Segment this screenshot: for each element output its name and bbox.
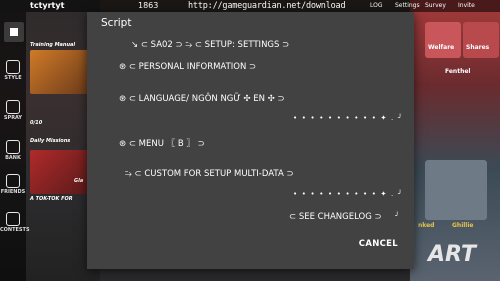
shares-tile[interactable] [463, 22, 499, 58]
sidebar-item-label: FRIENDS [0, 189, 26, 195]
sidebar-item-label: BANK [5, 155, 21, 161]
spray-icon [6, 100, 20, 114]
floating-app-icon[interactable] [4, 22, 24, 42]
start-label[interactable]: ART [428, 242, 476, 267]
training-card[interactable] [30, 50, 90, 94]
sidebar-item-style[interactable]: STYLE [0, 60, 26, 81]
missions-card[interactable] [30, 150, 90, 194]
sidebar-item-label: CONTESTS [0, 227, 30, 233]
decorative-corner: ╯ [395, 212, 401, 220]
top-status-bar: tctyrtyt 1863 http://gameguardian.net/do… [0, 0, 500, 12]
training-manual-label: Training Manual [30, 42, 76, 48]
decorative-dots: • • • • • • • • • • ✦ . ╯ [293, 190, 404, 198]
sidebar-item-friends[interactable]: FRIENDS [0, 174, 26, 195]
left-sidebar: STYLE SPRAY BANK FRIENDS CONTESTS [0, 12, 30, 281]
friends-icon [6, 174, 20, 188]
welfare-tile[interactable] [425, 22, 461, 58]
sidebar-item-bank[interactable]: BANK [0, 140, 26, 161]
menu-item-personal-information[interactable]: ⊛ ⊂ PERSONAL INFORMATION ⊃ [119, 62, 256, 72]
contests-icon [6, 212, 20, 226]
menu-item-see-changelog[interactable]: ⊂ SEE CHANGELOG ⊃ [289, 212, 382, 222]
top-menu-settings[interactable]: Settings [395, 0, 420, 12]
sidebar-item-contests[interactable]: CONTESTS [0, 212, 30, 233]
top-menu-log[interactable]: LOG [370, 0, 383, 12]
fenthel-label: Fenthel [445, 68, 471, 75]
ghillie-label: Ghillie [452, 222, 474, 229]
bank-icon [6, 140, 20, 154]
linked-label: nked [418, 222, 435, 229]
url-text: http://gameguardian.net/download [188, 1, 346, 11]
daily-missions-label: Daily Missions [30, 138, 71, 144]
dialog-title: Script [101, 17, 132, 29]
menu-item-menu[interactable]: ⊛ ⊂ MENU 〖 B 〗 ⊃ [119, 137, 205, 149]
sidebar-item-spray[interactable]: SPRAY [0, 100, 26, 121]
decorative-dots: • • • • • • • • • • ✦ . ╯ [293, 114, 404, 122]
menu-item-custom-multi-data[interactable]: ⥲ ⊂ CUSTOM FOR SETUP MULTI-DATA ⊃ [125, 169, 294, 179]
sidebar-item-label: STYLE [4, 75, 22, 81]
top-menu-survey[interactable]: Survey [425, 0, 446, 12]
cancel-button[interactable]: CANCEL [359, 239, 398, 249]
crate-item[interactable] [425, 160, 487, 220]
script-dialog: Script ↘ ⊂ SA02 ⊃ ⥲ ⊂ SETUP: SETTINGS ⊃ … [87, 12, 414, 269]
shares-label: Shares [466, 44, 490, 51]
tok-tok-label: A TOK-TOK FOR [30, 196, 73, 202]
style-icon [6, 60, 20, 74]
glass-label: Gla [74, 178, 84, 184]
progress-label: 0/10 [30, 120, 43, 126]
menu-item-language[interactable]: ⊛ ⊂ LANGUAGE/ NGÔN NGỮ ✣ EN ✣ ⊃ [119, 94, 285, 104]
welfare-label: Welfare [428, 44, 455, 51]
player-name: tctyrtyt [30, 1, 65, 10]
menu-item-setup-settings[interactable]: ↘ ⊂ SA02 ⊃ ⥲ ⊂ SETUP: SETTINGS ⊃ [131, 40, 289, 50]
coin-count: 1863 [138, 1, 159, 10]
sidebar-item-label: SPRAY [3, 115, 23, 121]
top-menu-invite[interactable]: Invite [458, 0, 475, 12]
